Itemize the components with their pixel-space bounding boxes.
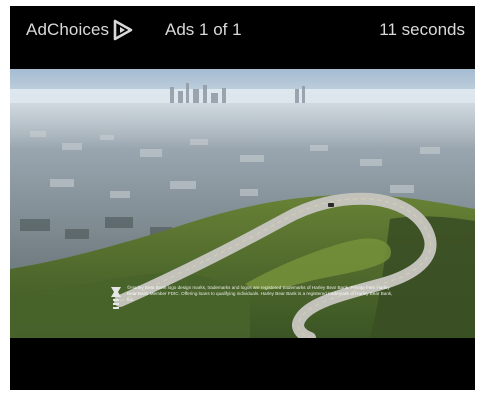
- ad-disclaimer-text: ©Harley Bear Bank logo design marks, tra…: [127, 285, 393, 303]
- ad-count: Ads 1 of 1: [165, 20, 242, 39]
- ad-disclaimer: ©Harley Bear Bank logo design marks, tra…: [110, 285, 400, 311]
- bank-logo-icon: [110, 285, 122, 311]
- video-frame[interactable]: ©Harley Bear Bank logo design marks, tra…: [10, 69, 475, 338]
- adchoices-label: AdChoices: [26, 20, 110, 39]
- ad-countdown: 11 seconds: [379, 20, 465, 39]
- ad-top-bar: AdChoices Ads 1 of 1 11 seconds: [10, 6, 475, 66]
- adchoices-link[interactable]: AdChoices: [26, 19, 134, 41]
- video-ad-player[interactable]: AdChoices Ads 1 of 1 11 seconds ©Harley …: [10, 6, 475, 390]
- adchoices-triangle-icon: [112, 19, 134, 41]
